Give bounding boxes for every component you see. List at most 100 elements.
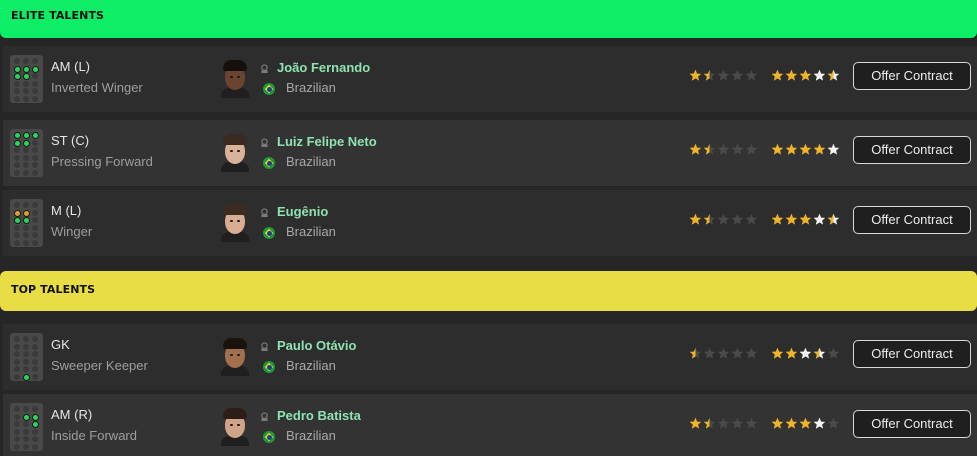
star-icon [731,347,744,359]
player-role: Sweeper Keeper [51,358,148,373]
section-header-elite-talents: ELITE TALENTS [0,0,977,38]
pitch-cell [23,95,29,102]
pitch-cell [32,65,39,73]
player-face-avatar[interactable] [221,338,249,376]
position-pitch-icon [10,55,43,103]
offer-contract-button[interactable]: Offer Contract [853,410,971,438]
player-name-link[interactable]: Pedro Batista [277,408,361,423]
star-icon [799,417,812,429]
pitch-cell [23,366,29,372]
face-hair [223,338,247,349]
player-row[interactable]: AM (R) Inside Forward Pedro Batista Braz… [3,394,977,456]
pitch-cell [23,239,29,246]
star-icon [771,213,784,225]
pitch-cell [23,132,30,139]
pitch-cell [14,147,20,153]
talents-list: ELITE TALENTS AM (L) Inverted Winger Joã… [0,0,977,456]
pitch-cell [14,421,20,427]
pitch-cell [14,224,20,231]
offer-contract-button[interactable]: Offer Contract [853,340,971,368]
player-name-link[interactable]: Luiz Felipe Neto [277,134,377,149]
player-face-avatar[interactable] [221,204,249,242]
player-row[interactable]: AM (L) Inverted Winger João Fernando Bra… [3,46,977,112]
star-icon [771,69,784,81]
pitch-cell [14,436,20,442]
pitch-cell [23,436,29,442]
star-icon [799,143,812,155]
pitch-cell [23,65,30,73]
player-name-link[interactable]: Eugênio [277,204,328,219]
player-row[interactable]: ST (C) Pressing Forward Luiz Felipe Neto… [3,120,977,186]
current-ability-stars [689,417,758,431]
brazil-flag-icon [263,361,275,373]
star-icon [771,143,784,155]
pitch-cell [14,202,20,208]
face-eye [237,424,240,426]
face-hair [223,60,247,71]
player-nationality: Brazilian [286,80,336,95]
star-icon [813,143,826,155]
star-icon [689,143,702,155]
offer-contract-button[interactable]: Offer Contract [853,62,971,90]
player-position: AM (R) [51,407,93,422]
star-icon [745,213,758,225]
pitch-cell [32,95,38,102]
pitch-cell [32,443,38,450]
player-face-avatar[interactable] [221,134,249,172]
face-eye [237,220,240,222]
brazil-flag-icon [263,227,275,239]
pitch-cell [32,217,38,223]
pitch-cell [14,65,21,73]
pitch-cell [14,95,20,102]
player-role: Pressing Forward [51,154,153,169]
player-face-avatar[interactable] [221,60,249,98]
pitch-cell [14,209,21,217]
star-icon [703,347,716,359]
player-row[interactable]: M (L) Winger Eugênio Brazilian Offer Con… [3,190,977,256]
player-name-link[interactable]: Paulo Otávio [277,338,356,353]
pitch-cell [23,358,29,365]
pitch-cell [32,88,38,94]
pitch-cell [14,428,20,435]
star-icon [731,417,744,429]
star-icon [827,143,840,155]
star-icon [771,417,784,429]
star-icon [813,213,826,225]
pitch-cell [32,232,38,238]
player-role: Inside Forward [51,428,137,443]
section-header-top-talents: TOP TALENTS [0,271,977,311]
player-nationality: Brazilian [286,358,336,373]
potential-ability-stars [771,347,840,361]
position-pitch-icon [10,199,43,247]
offer-contract-button[interactable]: Offer Contract [853,206,971,234]
pitch-cell [32,139,38,146]
pitch-cell [23,232,29,238]
player-icon [261,412,268,421]
current-ability-stars [689,69,758,83]
pitch-cell [23,428,29,435]
pitch-cell [32,428,38,435]
pitch-cell [32,421,39,428]
position-pitch-icon [10,129,43,177]
star-icon [813,417,826,429]
star-icon [745,347,758,359]
player-face-avatar[interactable] [221,408,249,446]
star-icon [785,213,798,225]
player-row[interactable]: GK Sweeper Keeper Paulo Otávio Brazilian… [3,324,977,390]
face-hair [223,134,247,145]
star-icon [813,347,826,359]
star-icon [717,213,730,225]
offer-contract-button[interactable]: Offer Contract [853,136,971,164]
pitch-cell [32,413,39,421]
star-icon [745,417,758,429]
pitch-cell [23,224,29,231]
player-name-link[interactable]: João Fernando [277,60,370,75]
pitch-cell [14,88,20,94]
pitch-cell [14,73,21,80]
pitch-cell [14,232,20,238]
pitch-cell [14,351,20,357]
star-icon [827,417,840,429]
pitch-cell [23,154,29,161]
player-position: ST (C) [51,133,90,148]
star-icon [771,347,784,359]
